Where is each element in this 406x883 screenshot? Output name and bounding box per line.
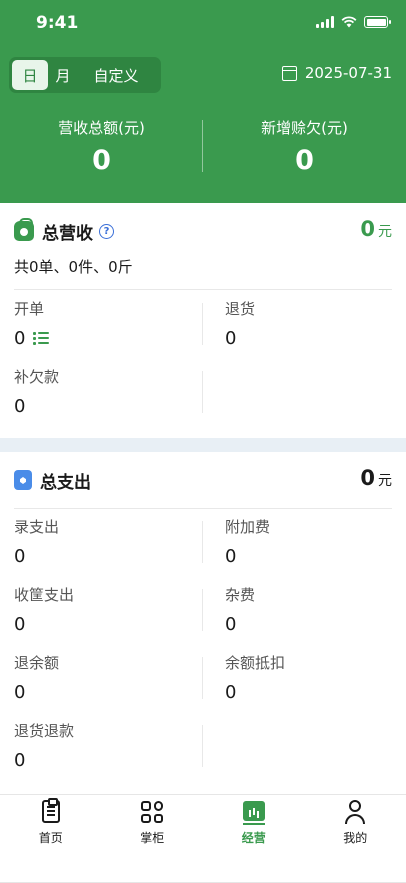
tab-mine-label: 我的 [343,831,368,845]
summary-credit-label: 新增赊欠(元) [261,119,348,137]
section-separator [0,438,406,452]
expense-item-value: 0 [225,545,237,567]
calendar-icon [281,65,297,81]
revenue-item-return[interactable]: 退货 0 [225,299,405,349]
wifi-icon [341,16,357,28]
revenue-title: 总营收 [42,223,93,244]
expense-item-misc[interactable]: 杂费 0 [225,585,405,635]
expense-item-basket[interactable]: 收筐支出 0 [14,585,194,635]
expense-title: 总支出 [40,472,91,493]
expense-amount-unit: 元 [378,473,392,489]
tab-home[interactable]: 首页 [0,795,102,883]
user-icon [345,800,366,824]
revenue-bag-icon [14,218,34,241]
list-icon[interactable] [33,331,50,345]
expense-item-value: 0 [14,681,26,703]
revenue-card-header: 总营收 ? [14,217,392,245]
expense-col-divider [202,725,203,767]
revenue-col-divider [202,303,203,345]
tab-manager-label: 掌柜 [140,831,165,845]
expense-amount: 0 元 [360,466,392,494]
expense-col-divider [202,657,203,699]
summary-divider [202,120,203,172]
revenue-amount: 0 元 [360,217,392,245]
revenue-item-label: 开单 [14,300,45,318]
expense-item-label: 录支出 [14,518,60,536]
expense-wallet-icon [14,470,32,490]
summary-revenue-value: 0 [92,145,111,176]
date-picker[interactable]: 2025-07-31 [281,64,392,82]
bottom-tab-bar: 首页 掌柜 经营 我的 [0,794,406,883]
revenue-item-repay[interactable]: 补欠款 0 [14,367,194,417]
help-icon[interactable]: ? [99,223,114,239]
header: 9:41 日 月 自定义 2025-07-31 营收总额(元) 0 新增赊欠(元… [0,0,406,203]
revenue-item-value: 0 [14,395,26,417]
tab-business-label: 经营 [241,831,266,845]
expense-amount-value: 0 [360,466,375,490]
period-segmented-control: 日 月 自定义 [9,57,161,93]
status-time: 9:41 [36,13,79,33]
tab-month[interactable]: 月 [48,60,78,90]
expense-item-label: 收筐支出 [14,586,75,604]
expense-card-header: 总支出 [14,466,392,494]
summary-row: 营收总额(元) 0 新增赊欠(元) 0 [0,118,406,180]
revenue-item-value: 0 [225,327,237,349]
expense-item-refund-balance[interactable]: 退余额 0 [14,653,194,703]
revenue-divider [14,289,392,290]
summary-credit: 新增赊欠(元) 0 [203,118,406,180]
expense-item-value: 0 [225,613,237,635]
expense-item-label: 退余额 [14,654,60,672]
status-icons [316,16,391,28]
revenue-amount-unit: 元 [378,224,392,240]
clipboard-icon [41,798,60,823]
expense-item-return-refund[interactable]: 退货退款 0 [14,721,194,771]
expense-item-label: 余额抵扣 [225,654,286,672]
expense-col-divider [202,589,203,631]
signal-icon [316,16,334,28]
revenue-item-value: 0 [14,327,26,349]
tab-mine[interactable]: 我的 [305,795,406,883]
apps-grid-icon [141,801,164,823]
tab-manager[interactable]: 掌柜 [102,795,204,883]
revenue-detail: 共0单、0件、0斤 [14,258,133,276]
tab-custom[interactable]: 自定义 [78,60,154,90]
expense-item-value: 0 [14,749,26,771]
expense-item-surcharge[interactable]: 附加费 0 [225,517,405,567]
revenue-item-label: 补欠款 [14,368,60,386]
revenue-amount-value: 0 [360,217,375,241]
expense-item-label: 附加费 [225,518,271,536]
date-value: 2025-07-31 [304,64,392,82]
tab-day[interactable]: 日 [12,60,48,90]
expense-item-record[interactable]: 录支出 0 [14,517,194,567]
summary-revenue: 营收总额(元) 0 [0,118,203,180]
expense-divider [14,508,392,509]
expense-col-divider [202,521,203,563]
expense-item-label: 退货退款 [14,722,75,740]
battery-icon [364,16,391,28]
tab-business[interactable]: 经营 [203,795,305,883]
tab-home-label: 首页 [38,831,63,845]
expense-card: 总支出 0 元 录支出 0 附加费 0 收筐支出 0 杂费 0 退余额 0 余额… [0,452,406,794]
expense-item-value: 0 [14,545,26,567]
expense-item-label: 杂费 [225,586,256,604]
summary-revenue-label: 营收总额(元) [58,119,145,137]
revenue-item-open-order[interactable]: 开单 0 [14,299,194,349]
expense-item-value: 0 [14,613,26,635]
expense-item-balance-deduct[interactable]: 余额抵扣 0 [225,653,405,703]
chart-icon [242,801,265,825]
expense-item-value: 0 [225,681,237,703]
revenue-col-divider [202,371,203,413]
status-bar: 9:41 [0,0,406,48]
summary-credit-value: 0 [295,145,314,176]
revenue-card: 总营收 ? 0 元 共0单、0件、0斤 开单 0 退货 0 补欠款 0 [0,203,406,438]
revenue-item-label: 退货 [225,300,256,318]
